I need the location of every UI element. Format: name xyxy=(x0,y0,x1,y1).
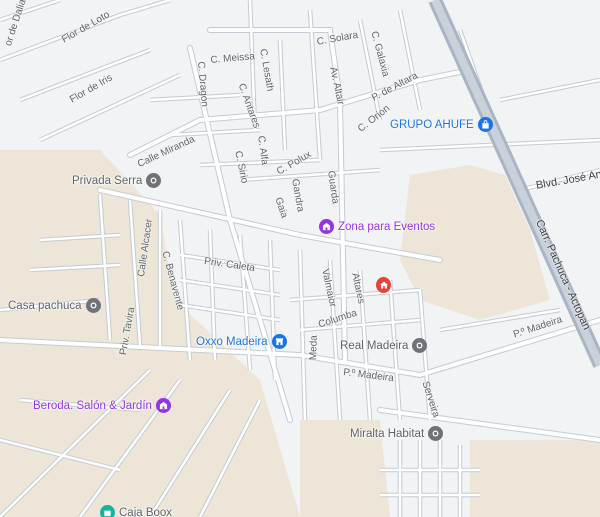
location-pin-icon xyxy=(146,173,162,188)
map-base xyxy=(0,0,600,517)
poi-label: GRUPO AHUFE xyxy=(390,118,474,131)
poi-home[interactable] xyxy=(376,277,391,293)
building-icon xyxy=(155,398,171,413)
poi-label: Caja Boox xyxy=(119,506,173,517)
location-pin-icon xyxy=(85,298,101,313)
poi-beroda[interactable]: Beroda. Salón & Jardín xyxy=(33,398,171,413)
poi-casa-pachuca[interactable]: Casa pachuca xyxy=(8,298,101,313)
poi-label: Zona para Eventos xyxy=(338,220,436,233)
poi-oxxo-madeira[interactable]: Oxxo Madeira xyxy=(196,334,287,349)
home-icon xyxy=(376,277,391,293)
poi-label: Miralta Habitat xyxy=(350,427,425,440)
poi-grupo-ahufe[interactable]: GRUPO AHUFE xyxy=(390,117,493,132)
poi-label: Oxxo Madeira xyxy=(196,335,268,348)
building-icon xyxy=(319,219,334,234)
store-icon xyxy=(271,334,287,349)
poi-label: Privada Serra xyxy=(72,174,143,187)
location-pin-icon xyxy=(412,338,428,353)
land-area-southeast xyxy=(470,440,600,517)
poi-miralta-habitat[interactable]: Miralta Habitat xyxy=(350,426,444,441)
location-pin-icon xyxy=(428,426,444,441)
shopping-bag-icon xyxy=(477,117,493,132)
poi-caja-boox[interactable]: Caja Boox xyxy=(100,505,172,517)
poi-real-madeira[interactable]: Real Madeira xyxy=(340,338,428,353)
poi-label: Real Madeira xyxy=(340,339,409,352)
store-icon xyxy=(100,505,115,517)
poi-privada-serra[interactable]: Privada Serra xyxy=(72,173,162,188)
poi-label: Beroda. Salón & Jardín xyxy=(33,399,152,412)
street-label-meda: Meda xyxy=(308,334,320,361)
poi-zona-para-eventos[interactable]: Zona para Eventos xyxy=(319,219,435,234)
map-view[interactable]: or de Dalia Flor de Loto Flor de Iris C.… xyxy=(0,0,600,517)
poi-label: Casa pachuca xyxy=(8,299,82,312)
